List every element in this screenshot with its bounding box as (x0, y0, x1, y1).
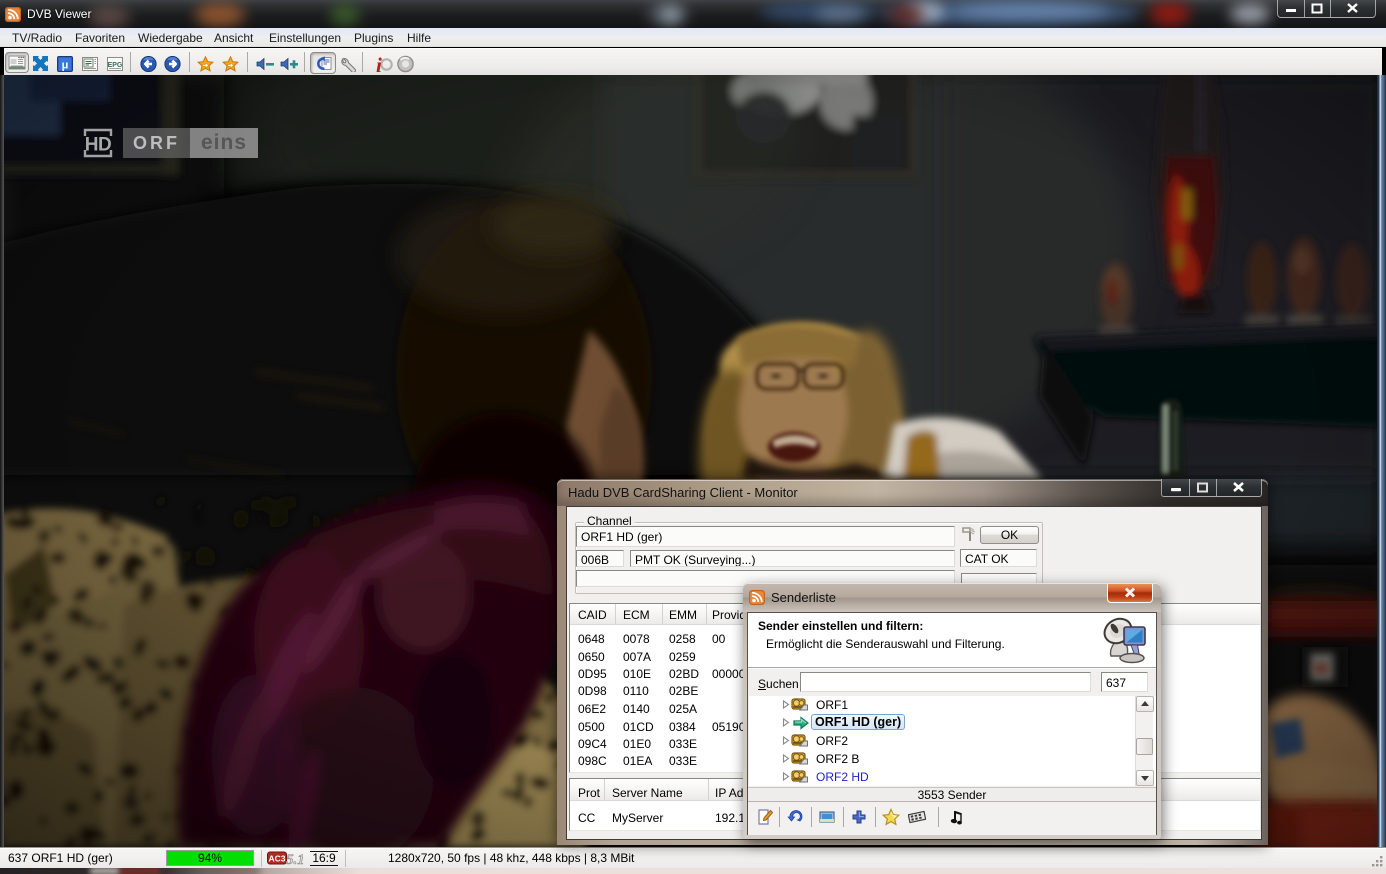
svg-text:5.1: 5.1 (286, 852, 303, 867)
svg-text:μ: μ (62, 60, 69, 72)
svg-text:HD: HD (85, 135, 111, 156)
svg-text:i: i (376, 55, 382, 73)
svg-text:EPG: EPG (108, 62, 123, 69)
svg-text:AC3: AC3 (268, 854, 285, 864)
